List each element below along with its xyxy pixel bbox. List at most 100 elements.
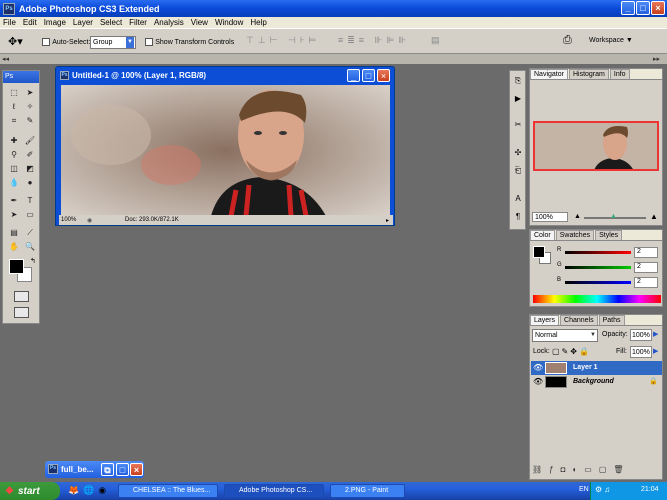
doc-close-button[interactable]: ×: [377, 69, 390, 82]
magic-wand-icon[interactable]: ✧: [24, 101, 36, 112]
minimized-document[interactable]: Ps full_be... ⧉ □ ×: [45, 461, 144, 478]
slice-tool-icon[interactable]: ✎: [24, 115, 36, 126]
eraser-tool-icon[interactable]: ◫: [8, 163, 20, 174]
menu-help[interactable]: Help: [250, 18, 266, 27]
show-transform-checkbox[interactable]: [145, 37, 153, 46]
history-icon[interactable]: ⎘: [512, 75, 524, 87]
tab-swatches[interactable]: Swatches: [555, 230, 595, 240]
history-brush-icon[interactable]: ✐: [24, 149, 36, 160]
document-window[interactable]: Ps Untitled-1 @ 100% (Layer 1, RGB/8) _ …: [55, 66, 395, 226]
character-icon[interactable]: A: [512, 193, 524, 205]
menu-file[interactable]: File: [3, 18, 16, 27]
task-paint[interactable]: 2.PNG - Paint: [330, 484, 405, 498]
workspace-button[interactable]: Workspace ▼: [589, 37, 633, 44]
doc-minimize-button[interactable]: _: [347, 69, 360, 82]
zoom-slider-thumb[interactable]: ▲: [610, 213, 617, 220]
slider-r[interactable]: [565, 251, 631, 254]
eyedropper-icon[interactable]: ⟋: [24, 227, 36, 238]
slider-b[interactable]: [565, 281, 631, 284]
navigator-zoom-field[interactable]: 100%: [532, 212, 568, 222]
status-menu-icon[interactable]: ▸: [386, 217, 389, 224]
doc-zoom[interactable]: 100%: [59, 217, 87, 223]
zoom-tool-icon[interactable]: 🔍: [24, 241, 36, 252]
tab-styles[interactable]: Styles: [595, 230, 623, 240]
workspace-icon[interactable]: ⎙: [563, 34, 572, 47]
auto-align-icon[interactable]: ▤: [431, 35, 440, 46]
document-title-bar[interactable]: Ps Untitled-1 @ 100% (Layer 1, RGB/8): [56, 67, 394, 84]
start-button[interactable]: ❖ start: [0, 482, 60, 500]
tab-color[interactable]: Color: [530, 230, 555, 240]
tab-paths[interactable]: Paths: [598, 315, 625, 325]
tab-navigator[interactable]: Navigator: [530, 69, 568, 79]
auto-select-dropdown[interactable]: Group ▼: [90, 36, 136, 49]
navigator-thumbnail[interactable]: [533, 121, 659, 171]
tab-layers[interactable]: Layers: [530, 315, 560, 325]
move-tool-icon[interactable]: ➤: [24, 87, 36, 98]
task-chelsea[interactable]: CHELSEA :: The Blues...: [118, 484, 218, 498]
menu-image[interactable]: Image: [44, 18, 66, 27]
menu-filter[interactable]: Filter: [129, 18, 147, 27]
close-button[interactable]: ×: [651, 1, 665, 15]
tab-histogram[interactable]: Histogram: [568, 69, 609, 79]
blend-mode-dropdown[interactable]: Normal ▼: [532, 329, 598, 342]
lasso-tool-icon[interactable]: ℓ: [8, 101, 20, 112]
healing-brush-icon[interactable]: ✚: [8, 135, 20, 146]
distribute-icons[interactable]: ≡≣≡ ⊪⊫⊪: [338, 35, 410, 46]
paint-bucket-icon[interactable]: ◩: [24, 163, 36, 174]
collapse-right-icon[interactable]: ▸▸: [653, 55, 660, 63]
value-r[interactable]: 2: [634, 247, 658, 258]
dodge-tool-icon[interactable]: ●: [24, 177, 36, 188]
tab-channels[interactable]: Channels: [560, 315, 598, 325]
value-g[interactable]: 2: [634, 262, 658, 273]
task-photoshop[interactable]: Adobe Photoshop CS...: [224, 484, 324, 498]
doc-maximize-button[interactable]: □: [362, 69, 375, 82]
paragraph-icon[interactable]: ¶: [512, 211, 524, 223]
opacity-field[interactable]: 100%: [630, 329, 652, 341]
blur-tool-icon[interactable]: 💧: [8, 177, 20, 188]
shape-tool-icon[interactable]: ▭: [24, 209, 36, 220]
menu-edit[interactable]: Edit: [23, 18, 37, 27]
tool-presets-icon[interactable]: ✂: [512, 119, 524, 131]
value-b[interactable]: 2: [634, 277, 658, 288]
crop-tool-icon[interactable]: ⌗: [8, 115, 20, 126]
brush-tool-icon[interactable]: 🖌: [24, 135, 36, 146]
brushes-icon[interactable]: ✣: [512, 147, 524, 159]
clone-stamp-icon[interactable]: ⚲: [8, 149, 20, 160]
status-icon[interactable]: ◉: [87, 217, 97, 224]
collapse-left-icon[interactable]: ◂◂: [2, 55, 9, 63]
zoom-out-icon[interactable]: ▲: [574, 213, 581, 220]
menu-analysis[interactable]: Analysis: [154, 18, 184, 27]
auto-select-checkbox[interactable]: [42, 37, 50, 46]
zoom-in-icon[interactable]: ▲: [650, 212, 658, 221]
eye-icon[interactable]: 👁: [533, 377, 543, 386]
tray-icons[interactable]: ⚙♫: [595, 485, 612, 494]
slider-g[interactable]: [565, 266, 631, 269]
clone-source-icon[interactable]: ⎗: [512, 165, 524, 177]
hand-tool-icon[interactable]: ✋: [8, 241, 20, 252]
menu-select[interactable]: Select: [100, 18, 122, 27]
menu-layer[interactable]: Layer: [73, 18, 93, 27]
restore-button[interactable]: ⧉: [101, 463, 114, 476]
quick-mask-icon[interactable]: [14, 291, 29, 302]
opacity-arrow-icon[interactable]: ▶: [653, 330, 658, 338]
pen-tool-icon[interactable]: ✒: [8, 195, 20, 206]
notes-tool-icon[interactable]: ▤: [8, 227, 20, 238]
actions-icon[interactable]: ▶: [512, 93, 524, 105]
maximize-button[interactable]: □: [636, 1, 650, 15]
marquee-tool-icon[interactable]: ⬚: [8, 87, 20, 98]
foreground-color-swatch[interactable]: [9, 259, 24, 274]
type-tool-icon[interactable]: T: [24, 195, 36, 206]
align-icons[interactable]: ⊤⊥⊢ ⊣⊦⊨: [246, 35, 320, 46]
screen-mode-icon[interactable]: [14, 307, 29, 318]
close-button[interactable]: ×: [130, 463, 143, 476]
swap-colors-icon[interactable]: ↰: [30, 257, 36, 265]
image-canvas[interactable]: [61, 85, 390, 216]
minimize-button[interactable]: _: [621, 1, 635, 15]
tab-info[interactable]: Info: [609, 69, 630, 79]
layer-row[interactable]: 👁 Layer 1: [531, 361, 662, 375]
menu-view[interactable]: View: [191, 18, 208, 27]
menu-window[interactable]: Window: [215, 18, 243, 27]
layer-row[interactable]: 👁 Background 🔒: [531, 375, 662, 389]
eye-icon[interactable]: 👁: [533, 363, 543, 372]
fill-field[interactable]: 100%: [630, 346, 652, 358]
